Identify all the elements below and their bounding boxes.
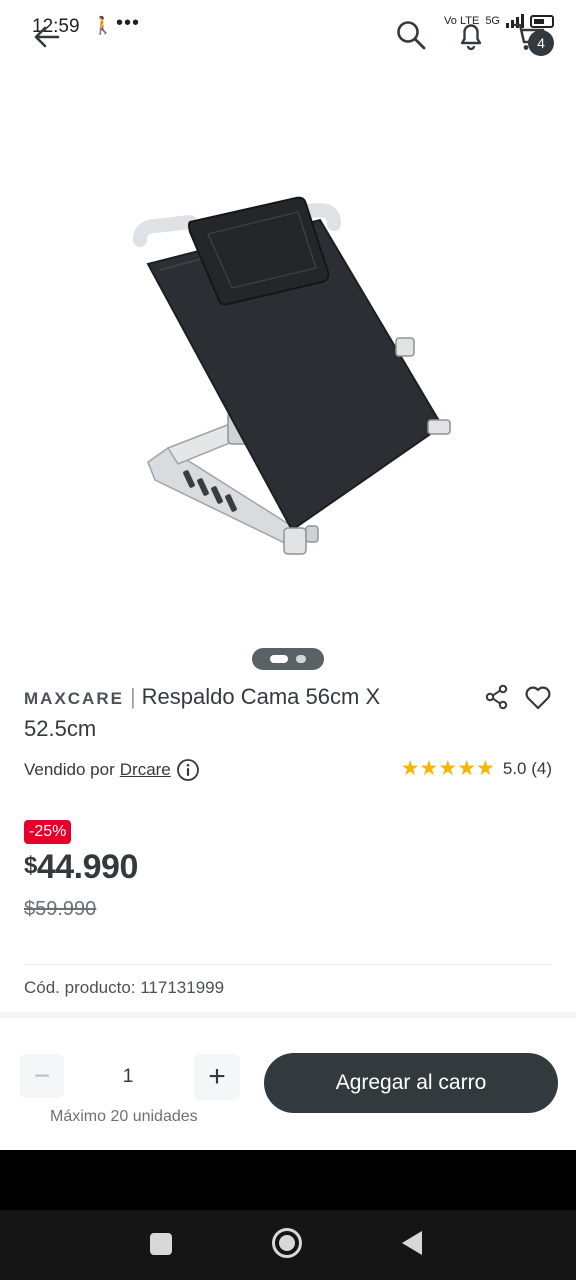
rating-stars-icon: ★★★★★	[400, 757, 495, 780]
divider	[24, 964, 552, 965]
heart-icon[interactable]	[524, 684, 552, 710]
carousel-dot[interactable]	[296, 655, 306, 663]
seller-link[interactable]: Drcare	[120, 760, 171, 780]
quantity-decrease-button[interactable]: −	[20, 1054, 64, 1098]
seller-line: Vendido por Drcare	[24, 758, 200, 782]
quantity-value[interactable]: 1	[100, 1066, 156, 1088]
nav-back-icon[interactable]	[402, 1231, 422, 1255]
quantity-increase-button[interactable]: +	[194, 1054, 240, 1100]
product-image[interactable]	[120, 180, 470, 580]
header-toolbar: 4	[0, 18, 576, 58]
original-price: $59.990	[24, 898, 97, 920]
carousel-dot-active[interactable]	[270, 655, 288, 663]
bell-icon[interactable]	[454, 18, 488, 52]
brand-separator: |	[129, 684, 136, 709]
search-icon[interactable]	[394, 18, 428, 52]
add-to-cart-button[interactable]: Agregar al carro	[264, 1053, 558, 1113]
home-dot-icon	[279, 1235, 295, 1251]
back-arrow-icon[interactable]	[30, 20, 64, 54]
price-currency: $	[24, 852, 37, 879]
sold-by-label: Vendido por	[24, 760, 115, 779]
product-code: Cód. producto: 117131999	[24, 978, 225, 997]
product-title: MAXCARE | Respaldo Cama 56cm X 52.5cm	[24, 682, 434, 744]
product-rating[interactable]: ★★★★★ 5.0 (4)	[401, 758, 552, 780]
brand-name[interactable]: MAXCARE	[24, 689, 124, 708]
image-carousel-indicator[interactable]	[252, 648, 324, 670]
max-units-note: Máximo 20 unidades	[50, 1108, 198, 1125]
current-price: $44.990	[24, 848, 138, 887]
share-icon[interactable]	[484, 684, 510, 710]
recents-icon[interactable]	[150, 1233, 172, 1255]
rating-value: 5.0 (4)	[502, 759, 552, 778]
price-value: 44.990	[36, 848, 139, 886]
discount-badge: -25%	[24, 820, 72, 844]
info-icon[interactable]	[176, 758, 200, 782]
blank-area	[0, 1150, 576, 1210]
section-separator	[0, 1012, 576, 1018]
cart-count-badge: 4	[528, 30, 554, 56]
